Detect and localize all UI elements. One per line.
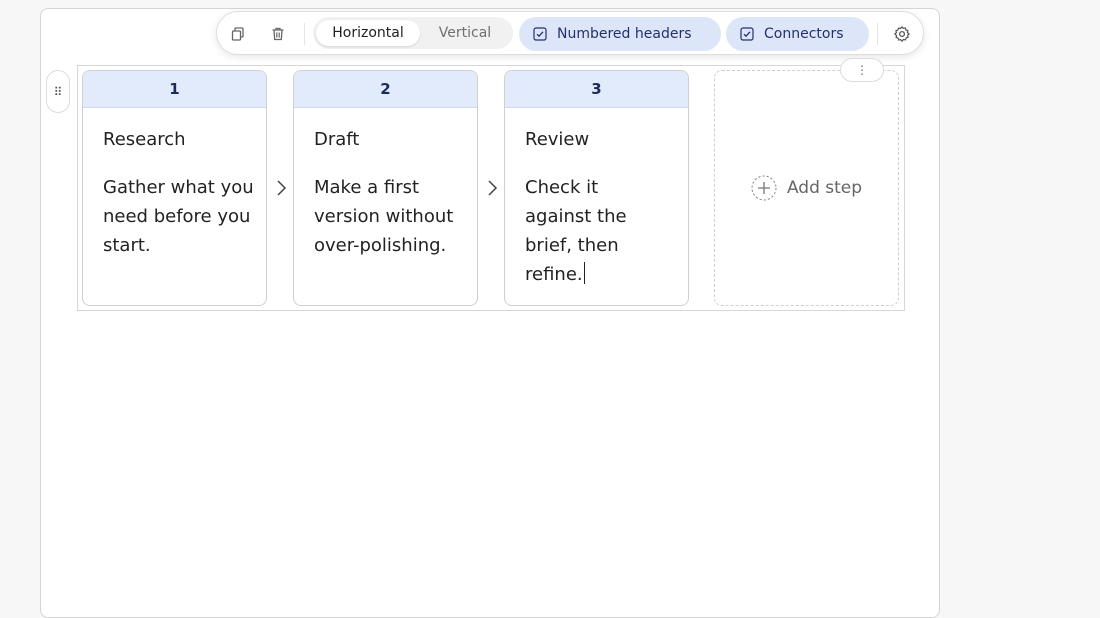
more-vertical-icon: ⋮: [856, 63, 868, 77]
step-title[interactable]: Review: [525, 129, 589, 150]
plus-circle-icon: [751, 175, 777, 201]
step-description[interactable]: Gather what you need before you start.: [103, 173, 263, 260]
block-toolbar: Horizontal Vertical Numbered headers Con…: [216, 11, 924, 55]
step-title[interactable]: Draft: [314, 129, 359, 150]
add-step-button[interactable]: Add step: [714, 70, 899, 306]
layout-toggle: Horizontal Vertical: [313, 17, 513, 49]
checkbox-checked-icon: [533, 27, 547, 41]
grip-icon: ⠿: [53, 84, 63, 99]
toolbar-divider: [304, 23, 305, 45]
step-number-header: 2: [294, 71, 477, 108]
toolbar-divider: [877, 23, 878, 45]
step-description-text: Check it against the brief, then refine.: [525, 177, 627, 285]
chevron-right-icon: [488, 180, 498, 196]
editor-page: Horizontal Vertical Numbered headers Con…: [40, 8, 940, 618]
step-number-header: 3: [505, 71, 688, 108]
settings-button[interactable]: [890, 22, 914, 46]
numbered-headers-label: Numbered headers: [557, 26, 692, 42]
trash-icon: [272, 27, 284, 41]
numbered-headers-toggle[interactable]: Numbered headers: [519, 17, 721, 51]
connectors-label: Connectors: [764, 26, 844, 42]
step-title[interactable]: Research: [103, 129, 186, 150]
checkbox-checked-icon: [740, 27, 754, 41]
delete-block-button[interactable]: [266, 22, 290, 46]
chevron-right-icon: [277, 180, 287, 196]
gear-icon: [894, 26, 910, 42]
layout-vertical-option[interactable]: Vertical: [420, 20, 510, 46]
step-description-editing[interactable]: Check it against the brief, then refine.: [525, 173, 665, 289]
step-number-header: 1: [83, 71, 266, 108]
layout-horizontal-option[interactable]: Horizontal: [316, 20, 420, 46]
step-card[interactable]: 1 Research Gather what you need before y…: [82, 70, 267, 306]
block-more-button[interactable]: ⋮: [840, 58, 884, 82]
step-description[interactable]: Make a first version without over-polish…: [314, 173, 474, 260]
duplicate-block-button[interactable]: [226, 22, 250, 46]
text-caret: [583, 262, 585, 284]
drag-handle[interactable]: ⠿: [46, 70, 70, 113]
copy-icon: [231, 27, 244, 41]
add-step-label: Add step: [786, 178, 863, 198]
step-card[interactable]: 2 Draft Make a first version without ove…: [293, 70, 478, 306]
connectors-toggle[interactable]: Connectors: [726, 17, 869, 51]
step-card[interactable]: 3 Review Check it against the brief, the…: [504, 70, 689, 306]
